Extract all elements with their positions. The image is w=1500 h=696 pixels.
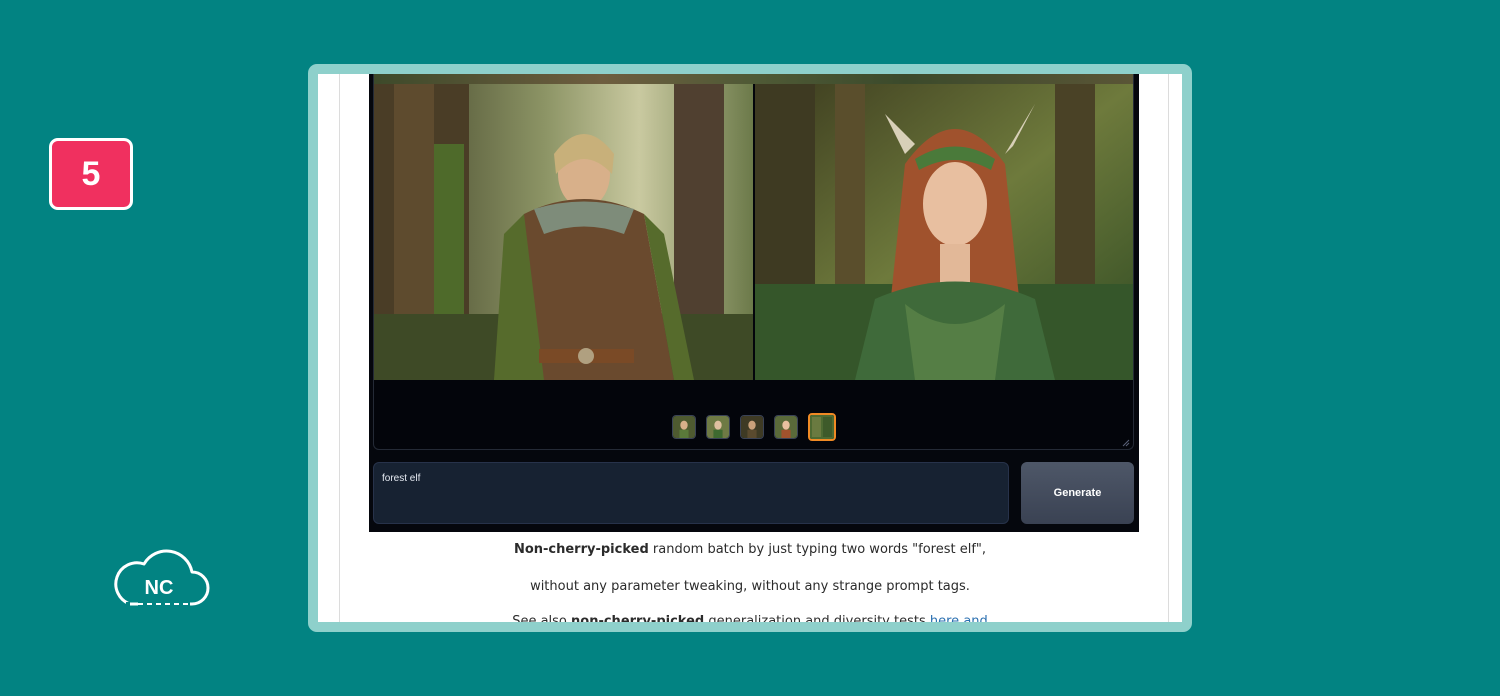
logo-text: NC	[145, 577, 174, 599]
resize-handle-icon[interactable]	[1122, 439, 1130, 447]
caption-text: random batch by just typing two words "f…	[648, 542, 987, 557]
generate-button[interactable]: Generate	[1021, 462, 1134, 524]
cloud-logo-icon: NC	[114, 549, 210, 606]
thumbnail-4[interactable]	[773, 415, 798, 439]
image-gallery	[373, 74, 1134, 450]
image-generator-app: forest elf Generate	[369, 74, 1139, 532]
thumbnail-strip	[374, 413, 1133, 443]
caption-bold-text: Non-cherry-picked	[513, 542, 649, 557]
caption-text: generalization and diversity tests	[708, 614, 926, 622]
step-number-badge: 5	[49, 138, 133, 210]
page-margin-line	[339, 74, 340, 622]
caption-link-and[interactable]: and	[963, 614, 987, 622]
previous-image-strip	[374, 74, 1133, 84]
thumbnail-3[interactable]	[739, 415, 764, 439]
caption-text: See also	[512, 614, 567, 622]
caption-line-3: See also non-cherry-picked generalizatio…	[318, 614, 1182, 622]
screenshot-frame: forest elf Generate Non-cherry-picked ra…	[308, 64, 1192, 632]
thumbnail-1[interactable]	[671, 415, 696, 439]
thumbnail-5-selected[interactable]	[807, 413, 836, 441]
page-margin-line	[1168, 74, 1169, 622]
caption-line-1: Non-cherry-picked random batch by just t…	[318, 542, 1182, 557]
document-page: forest elf Generate Non-cherry-picked ra…	[318, 74, 1182, 622]
caption-line-2: without any parameter tweaking, without …	[530, 579, 970, 594]
generated-image-male-elf[interactable]	[374, 84, 753, 380]
thumbnail-2[interactable]	[705, 415, 730, 439]
generated-image-female-elf[interactable]	[755, 84, 1133, 380]
prompt-input[interactable]: forest elf	[373, 462, 1009, 524]
caption-link-here[interactable]: here	[930, 614, 959, 622]
caption-bold-text: non-cherry-picked	[571, 614, 705, 622]
